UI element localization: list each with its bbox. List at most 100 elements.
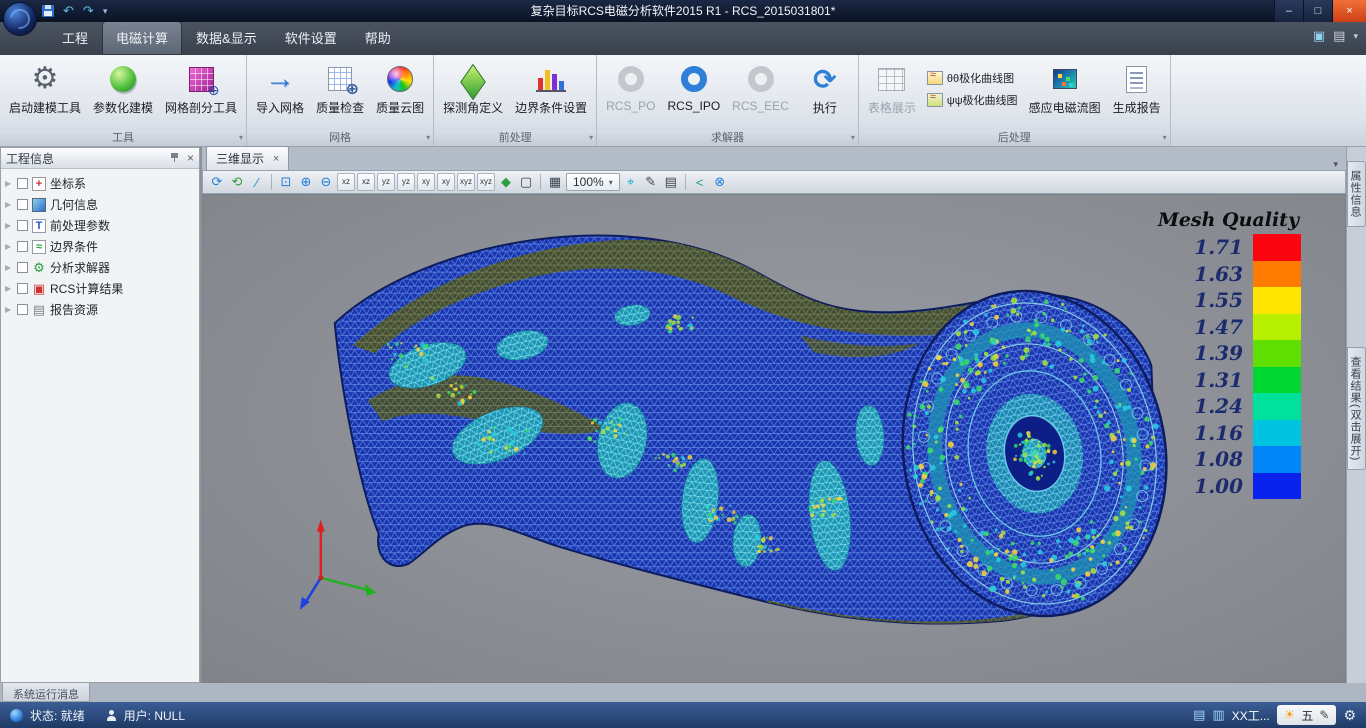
taskbar-window-icon[interactable]: ▥ — [1212, 707, 1224, 723]
zoom-in-icon[interactable]: ⊕ — [297, 173, 315, 191]
checkbox[interactable] — [17, 262, 28, 273]
background-toggle-icon[interactable]: ▢ — [517, 173, 535, 191]
maximize-button[interactable]: □ — [1303, 0, 1332, 22]
orbit-icon[interactable]: ⟳ — [208, 173, 226, 191]
line-tool-icon[interactable]: ∕ — [248, 173, 266, 191]
view-xz-icon[interactable]: xz — [337, 173, 355, 191]
ime-toolbar[interactable]: ☀ 五 ✎ — [1277, 705, 1337, 725]
taskbar-window-icon[interactable]: ▤ — [1193, 707, 1205, 723]
ribbon-button-quality-cloud-map[interactable]: 质量云图 — [371, 58, 429, 118]
menu-tab-software-settings[interactable]: 软件设置 — [271, 21, 351, 55]
tab-properties-vertical[interactable]: 属性信息 — [1347, 161, 1366, 227]
tab-view-results-vertical[interactable]: 查看结果(双击展开) — [1347, 347, 1366, 470]
ribbon-button-theta-polarization-chart[interactable]: θθ极化曲线图 — [927, 70, 1018, 86]
ribbon-button-generate-report[interactable]: 生成报告 — [1108, 58, 1166, 118]
ribbon-button-probe-angle[interactable]: 探测角定义 — [438, 58, 508, 118]
expand-arrow-icon[interactable]: ▶ — [5, 179, 13, 188]
tree-item-coordinate-system[interactable]: ▶ + 坐标系 — [1, 173, 199, 194]
view-zx-icon[interactable]: xz — [357, 173, 375, 191]
panel-toggle-icon[interactable]: ▣ — [1313, 28, 1325, 44]
app-logo-icon[interactable] — [3, 2, 37, 36]
menu-tab-em-computation[interactable]: 电磁计算 — [102, 21, 182, 55]
view-yz-icon[interactable]: yz — [377, 173, 395, 191]
checkbox[interactable] — [17, 283, 28, 294]
minimize-button[interactable]: – — [1274, 0, 1303, 22]
ribbon-button-quality-check[interactable]: 质量检查 — [311, 58, 369, 118]
view-zy-icon[interactable]: yz — [397, 173, 415, 191]
ribbon-button-table-display[interactable]: 表格展示 — [863, 58, 921, 118]
settings-gear-icon[interactable]: ⚙ — [1343, 707, 1356, 724]
ribbon-button-rcs-eec[interactable]: RCS_EEC — [727, 58, 794, 115]
checkbox[interactable] — [17, 199, 28, 210]
expand-arrow-icon[interactable]: ▶ — [5, 200, 13, 209]
zoom-out-icon[interactable]: ⊖ — [317, 173, 335, 191]
tab-3d-display[interactable]: 三维显示 × — [206, 146, 289, 170]
zoom-window-icon[interactable]: ⊡ — [277, 173, 295, 191]
grid-icon[interactable]: ▦ — [546, 173, 564, 191]
group-label-tools: 工具 — [112, 132, 134, 144]
group-label-postprocess: 后处理 — [998, 132, 1031, 144]
tabbar-dropdown-icon[interactable]: ▾ — [1333, 159, 1342, 170]
share-icon[interactable]: < — [691, 173, 709, 191]
pick-icon[interactable]: ⌖ — [622, 173, 640, 191]
menu-tab-project[interactable]: 工程 — [48, 21, 102, 55]
expand-arrow-icon[interactable]: ▶ — [5, 284, 13, 293]
view-xy-icon[interactable]: xy — [417, 173, 435, 191]
menubar-dropdown-icon[interactable]: ▾ — [1353, 31, 1358, 42]
view-iso1-icon[interactable]: xyz — [457, 173, 475, 191]
ime-label: XX工... — [1232, 707, 1270, 724]
view-yx-icon[interactable]: xy — [437, 173, 455, 191]
group-expand-icon[interactable]: ▾ — [851, 130, 855, 146]
3d-viewport[interactable]: Mesh Quality 1.71 1.63 1.55 1.47 1.39 1.… — [202, 194, 1346, 683]
expand-arrow-icon[interactable]: ▶ — [5, 263, 13, 272]
geometry-icon — [32, 198, 46, 212]
zoom-level-select[interactable]: 100%▾ — [566, 173, 620, 191]
ribbon-button-boundary-settings[interactable]: 边界条件设置 — [510, 58, 592, 118]
close-button[interactable]: × — [1332, 0, 1366, 22]
ribbon-button-mesh-partition-tool[interactable]: 网格剖分工具 — [160, 58, 242, 118]
tree-item-preprocess-params[interactable]: ▶ T 前处理参数 — [1, 215, 199, 236]
expand-arrow-icon[interactable]: ▶ — [5, 242, 13, 251]
ribbon-group-tools: ⚙ 启动建模工具 参数化建模 网格剖分工具 工具 ▾ — [0, 55, 247, 146]
ribbon-button-launch-modeling-tool[interactable]: ⚙ 启动建模工具 — [4, 58, 86, 118]
render-mode-icon[interactable]: ◆ — [497, 173, 515, 191]
checkbox[interactable] — [17, 304, 28, 315]
ribbon-button-rcs-po[interactable]: RCS_PO — [601, 58, 660, 115]
cancel-icon[interactable]: ⊗ — [711, 173, 729, 191]
ribbon-button-rcs-ipo[interactable]: RCS_IPO — [662, 58, 725, 115]
rotate-icon[interactable]: ⟲ — [228, 173, 246, 191]
pin-icon[interactable] — [170, 153, 179, 163]
tree-item-boundary-conditions[interactable]: ▶ ≈ 边界条件 — [1, 236, 199, 257]
view-iso2-icon[interactable]: xyz — [477, 173, 495, 191]
tab-system-run-messages[interactable]: 系统运行消息 — [2, 683, 90, 702]
menu-tab-help[interactable]: 帮助 — [351, 21, 405, 55]
checkbox[interactable] — [17, 241, 28, 252]
checkbox[interactable] — [17, 178, 28, 189]
ribbon-button-import-mesh[interactable]: → 导入网格 — [251, 58, 309, 118]
curve-chart-icon — [927, 71, 943, 85]
expand-arrow-icon[interactable]: ▶ — [5, 221, 13, 230]
annotate-pen-icon[interactable]: ✎ — [642, 173, 660, 191]
panel-close-icon[interactable]: × — [187, 151, 194, 165]
group-expand-icon[interactable]: ▾ — [1163, 130, 1167, 146]
weather-sun-icon[interactable]: ☀ — [1284, 707, 1296, 723]
layers-icon[interactable]: ▤ — [662, 173, 680, 191]
ribbon-button-parametric-modeling[interactable]: 参数化建模 — [88, 58, 158, 118]
group-expand-icon[interactable]: ▾ — [426, 130, 430, 146]
ribbon-button-psi-polarization-chart[interactable]: ψψ极化曲线图 — [927, 92, 1018, 108]
ribbon-button-execute[interactable]: ⟳ 执行 — [796, 58, 854, 118]
group-expand-icon[interactable]: ▾ — [239, 130, 243, 146]
tree-item-rcs-results[interactable]: ▶ ▣ RCS计算结果 — [1, 278, 199, 299]
checkbox[interactable] — [17, 220, 28, 231]
ribbon-button-induced-em-current-map[interactable]: 感应电磁流图 — [1024, 58, 1106, 118]
display-style-icon[interactable]: ▤ — [1333, 28, 1345, 44]
report-doc-icon — [1126, 60, 1147, 98]
tab-close-icon[interactable]: × — [273, 153, 279, 165]
tree-item-report-resources[interactable]: ▶ ▤ 报告资源 — [1, 299, 199, 320]
menu-tab-data-display[interactable]: 数据&显示 — [182, 21, 271, 55]
pen-icon[interactable]: ✎ — [1319, 708, 1329, 722]
tree-item-analysis-solver[interactable]: ▶ ⚙ 分析求解器 — [1, 257, 199, 278]
tree-item-geometry-info[interactable]: ▶ 几何信息 — [1, 194, 199, 215]
group-expand-icon[interactable]: ▾ — [589, 130, 593, 146]
expand-arrow-icon[interactable]: ▶ — [5, 305, 13, 314]
